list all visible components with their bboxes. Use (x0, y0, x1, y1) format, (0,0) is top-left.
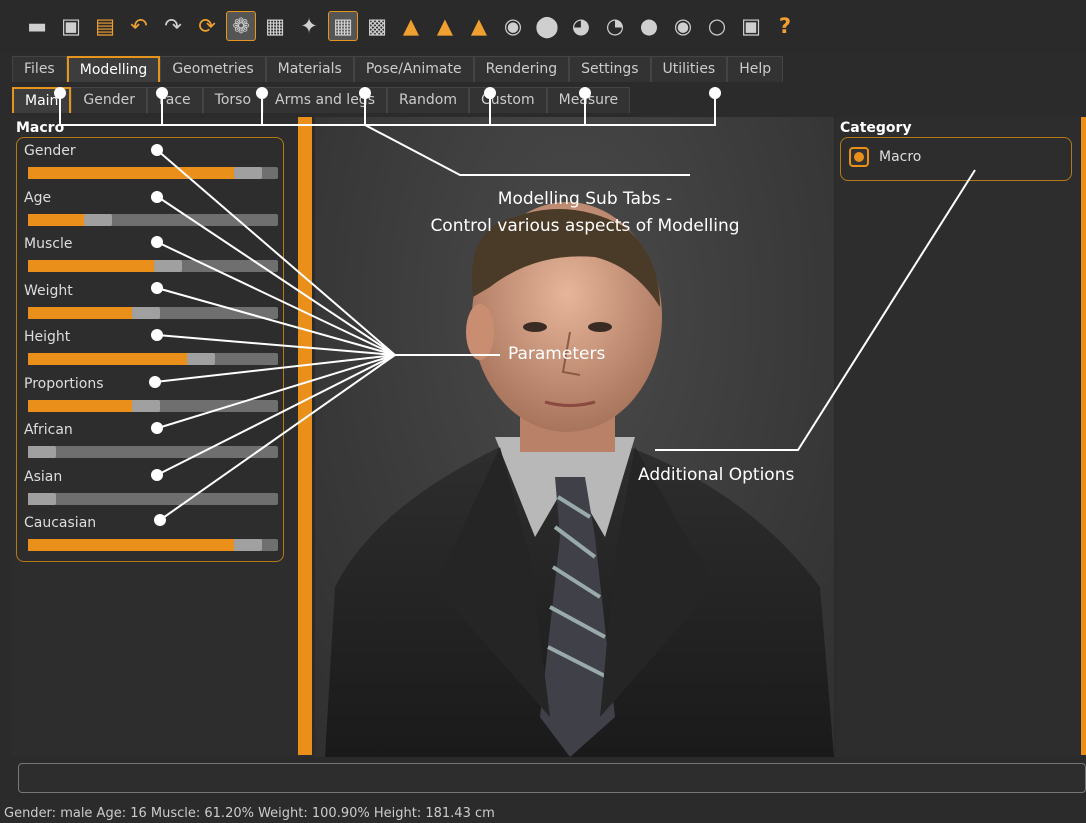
category-label-macro: Macro (879, 149, 922, 165)
annotation-subtabs-line2: Control various aspects of Modelling (430, 216, 740, 236)
main-tab-rendering[interactable]: Rendering (473, 56, 570, 82)
main-tab-materials[interactable]: Materials (265, 56, 354, 82)
category-group-box: Macro (840, 137, 1072, 181)
param-slider-handle[interactable] (234, 539, 262, 551)
param-slider-handle[interactable] (234, 167, 262, 179)
sub-tab-bar: Main Gender Face Torso Arms and legs Random Cu… (12, 87, 631, 115)
category-panel: Category Macro (836, 117, 1080, 757)
param-slider-fill (28, 539, 248, 551)
param-slider-fill (28, 399, 146, 412)
param-slider-fill (28, 260, 168, 272)
left-view-icon[interactable]: ◕ (566, 11, 596, 41)
sub-tab-gender[interactable]: Gender (71, 87, 148, 113)
param-slider-height[interactable] (28, 353, 278, 365)
param-label-gender: Gender (24, 143, 76, 159)
left-panel-scrollbar[interactable] (298, 117, 312, 755)
param-label-muscle: Muscle (24, 236, 73, 252)
param-slider-age[interactable] (28, 213, 278, 226)
main-tab-settings[interactable]: Settings (569, 56, 651, 82)
param-slider-fill (28, 353, 201, 365)
param-slider-handle[interactable] (84, 213, 112, 226)
symmetry-icon[interactable]: ▲ (464, 11, 494, 41)
param-slider-handle[interactable] (186, 353, 215, 365)
top-view-icon[interactable]: ● (634, 11, 664, 41)
main-tab-utilities[interactable]: Utilities (650, 56, 728, 82)
sub-tab-torso[interactable]: Torso (202, 87, 264, 113)
param-slider-weight[interactable] (28, 306, 278, 319)
toolbar: ▬ ▣ ▤ ↶ ↷ ⟳ ❁ ▦ ✦ ▦ ▩ ▲ ▲ ▲ ◉ ⬤ ◕ ◔ ● ◉ … (0, 0, 1086, 52)
symmetry-left-icon[interactable]: ▲ (430, 11, 460, 41)
category-radio-macro[interactable] (849, 147, 869, 167)
param-slider-fill (28, 167, 248, 179)
bottom-view-icon[interactable]: ◉ (668, 11, 698, 41)
sub-tab-measure[interactable]: Measure (546, 87, 631, 113)
annotation-subtabs-line1: Modelling Sub Tabs - (497, 189, 673, 209)
main-tab-geometries[interactable]: Geometries (160, 56, 266, 82)
help-icon[interactable]: ? (770, 11, 800, 41)
param-label-asian: Asian (24, 468, 63, 485)
back-view-icon[interactable]: ⬤ (532, 11, 562, 41)
param-label-age: Age (24, 189, 52, 206)
front-view-icon[interactable]: ◉ (498, 11, 528, 41)
app-icon[interactable]: ▬ (22, 11, 52, 41)
param-slider-gender[interactable] (28, 167, 278, 179)
sub-tab-main[interactable]: Main (12, 87, 72, 113)
param-label-caucasian: Caucasian (24, 515, 97, 531)
macro-group-title: Macro (16, 120, 65, 136)
param-slider-caucasian[interactable] (28, 539, 278, 551)
right-view-icon[interactable]: ◔ (600, 11, 630, 41)
checker-icon[interactable]: ▩ (362, 11, 392, 41)
wireframe-icon[interactable]: ▦ (260, 11, 290, 41)
main-tab-bar: Files Modelling Geometries Materials Pose/An… (12, 56, 784, 84)
param-label-weight: Weight (24, 282, 73, 299)
param-label-african: African (24, 422, 73, 438)
skeleton-icon[interactable]: ✦ (294, 11, 324, 41)
right-panel-scrollbar[interactable] (1081, 117, 1086, 755)
annotation-parameters: Parameters (508, 344, 606, 364)
human-model (325, 202, 834, 757)
main-tab-files[interactable]: Files (12, 56, 67, 82)
param-slider-handle[interactable] (28, 446, 56, 458)
command-input[interactable] (18, 763, 1086, 793)
smooth-icon[interactable]: ❁ (226, 11, 256, 41)
grid-icon[interactable]: ▦ (328, 11, 358, 41)
reset-camera-icon[interactable]: ○ (702, 11, 732, 41)
macro-panel: Macro Gender Age Muscle Weight Height Proport… (12, 117, 312, 757)
symmetry-right-icon[interactable]: ▲ (396, 11, 426, 41)
param-slider-handle[interactable] (131, 306, 160, 319)
param-label-height: Height (24, 329, 71, 345)
param-slider-handle[interactable] (154, 260, 182, 272)
sub-tab-custom[interactable]: Custom (468, 87, 547, 113)
main-tab-pose-animate[interactable]: Pose/Animate (353, 56, 474, 82)
screenshot-icon[interactable]: ▣ (736, 11, 766, 41)
param-slider-handle[interactable] (28, 492, 56, 505)
main-tab-help[interactable]: Help (727, 56, 784, 82)
sub-tab-arms-and-legs[interactable]: Arms and legs (263, 87, 387, 113)
category-title: Category (840, 120, 912, 136)
param-slider-african[interactable] (28, 446, 278, 458)
annotation-additional-options: Additional Options (638, 465, 795, 485)
main-tab-modelling[interactable]: Modelling (66, 56, 161, 82)
undo-icon[interactable]: ↶ (124, 11, 154, 41)
redo-icon[interactable]: ↷ (158, 11, 188, 41)
param-slider-muscle[interactable] (28, 260, 278, 272)
3d-viewport[interactable] (315, 117, 834, 757)
save-icon[interactable]: ▣ (56, 11, 86, 41)
status-bar: Gender: male Age: 16 Muscle: 61.20% Weig… (4, 806, 495, 821)
sub-tab-face[interactable]: Face (147, 87, 203, 113)
param-slider-fill (28, 306, 146, 319)
reset-icon[interactable]: ⟳ (192, 11, 222, 41)
param-label-proportions: Proportions (24, 375, 104, 392)
param-slider-handle[interactable] (131, 399, 160, 412)
param-slider-asian[interactable] (28, 492, 278, 505)
sub-tab-random[interactable]: Random (387, 87, 469, 113)
export-icon[interactable]: ▤ (90, 11, 120, 41)
param-slider-proportions[interactable] (28, 399, 278, 412)
